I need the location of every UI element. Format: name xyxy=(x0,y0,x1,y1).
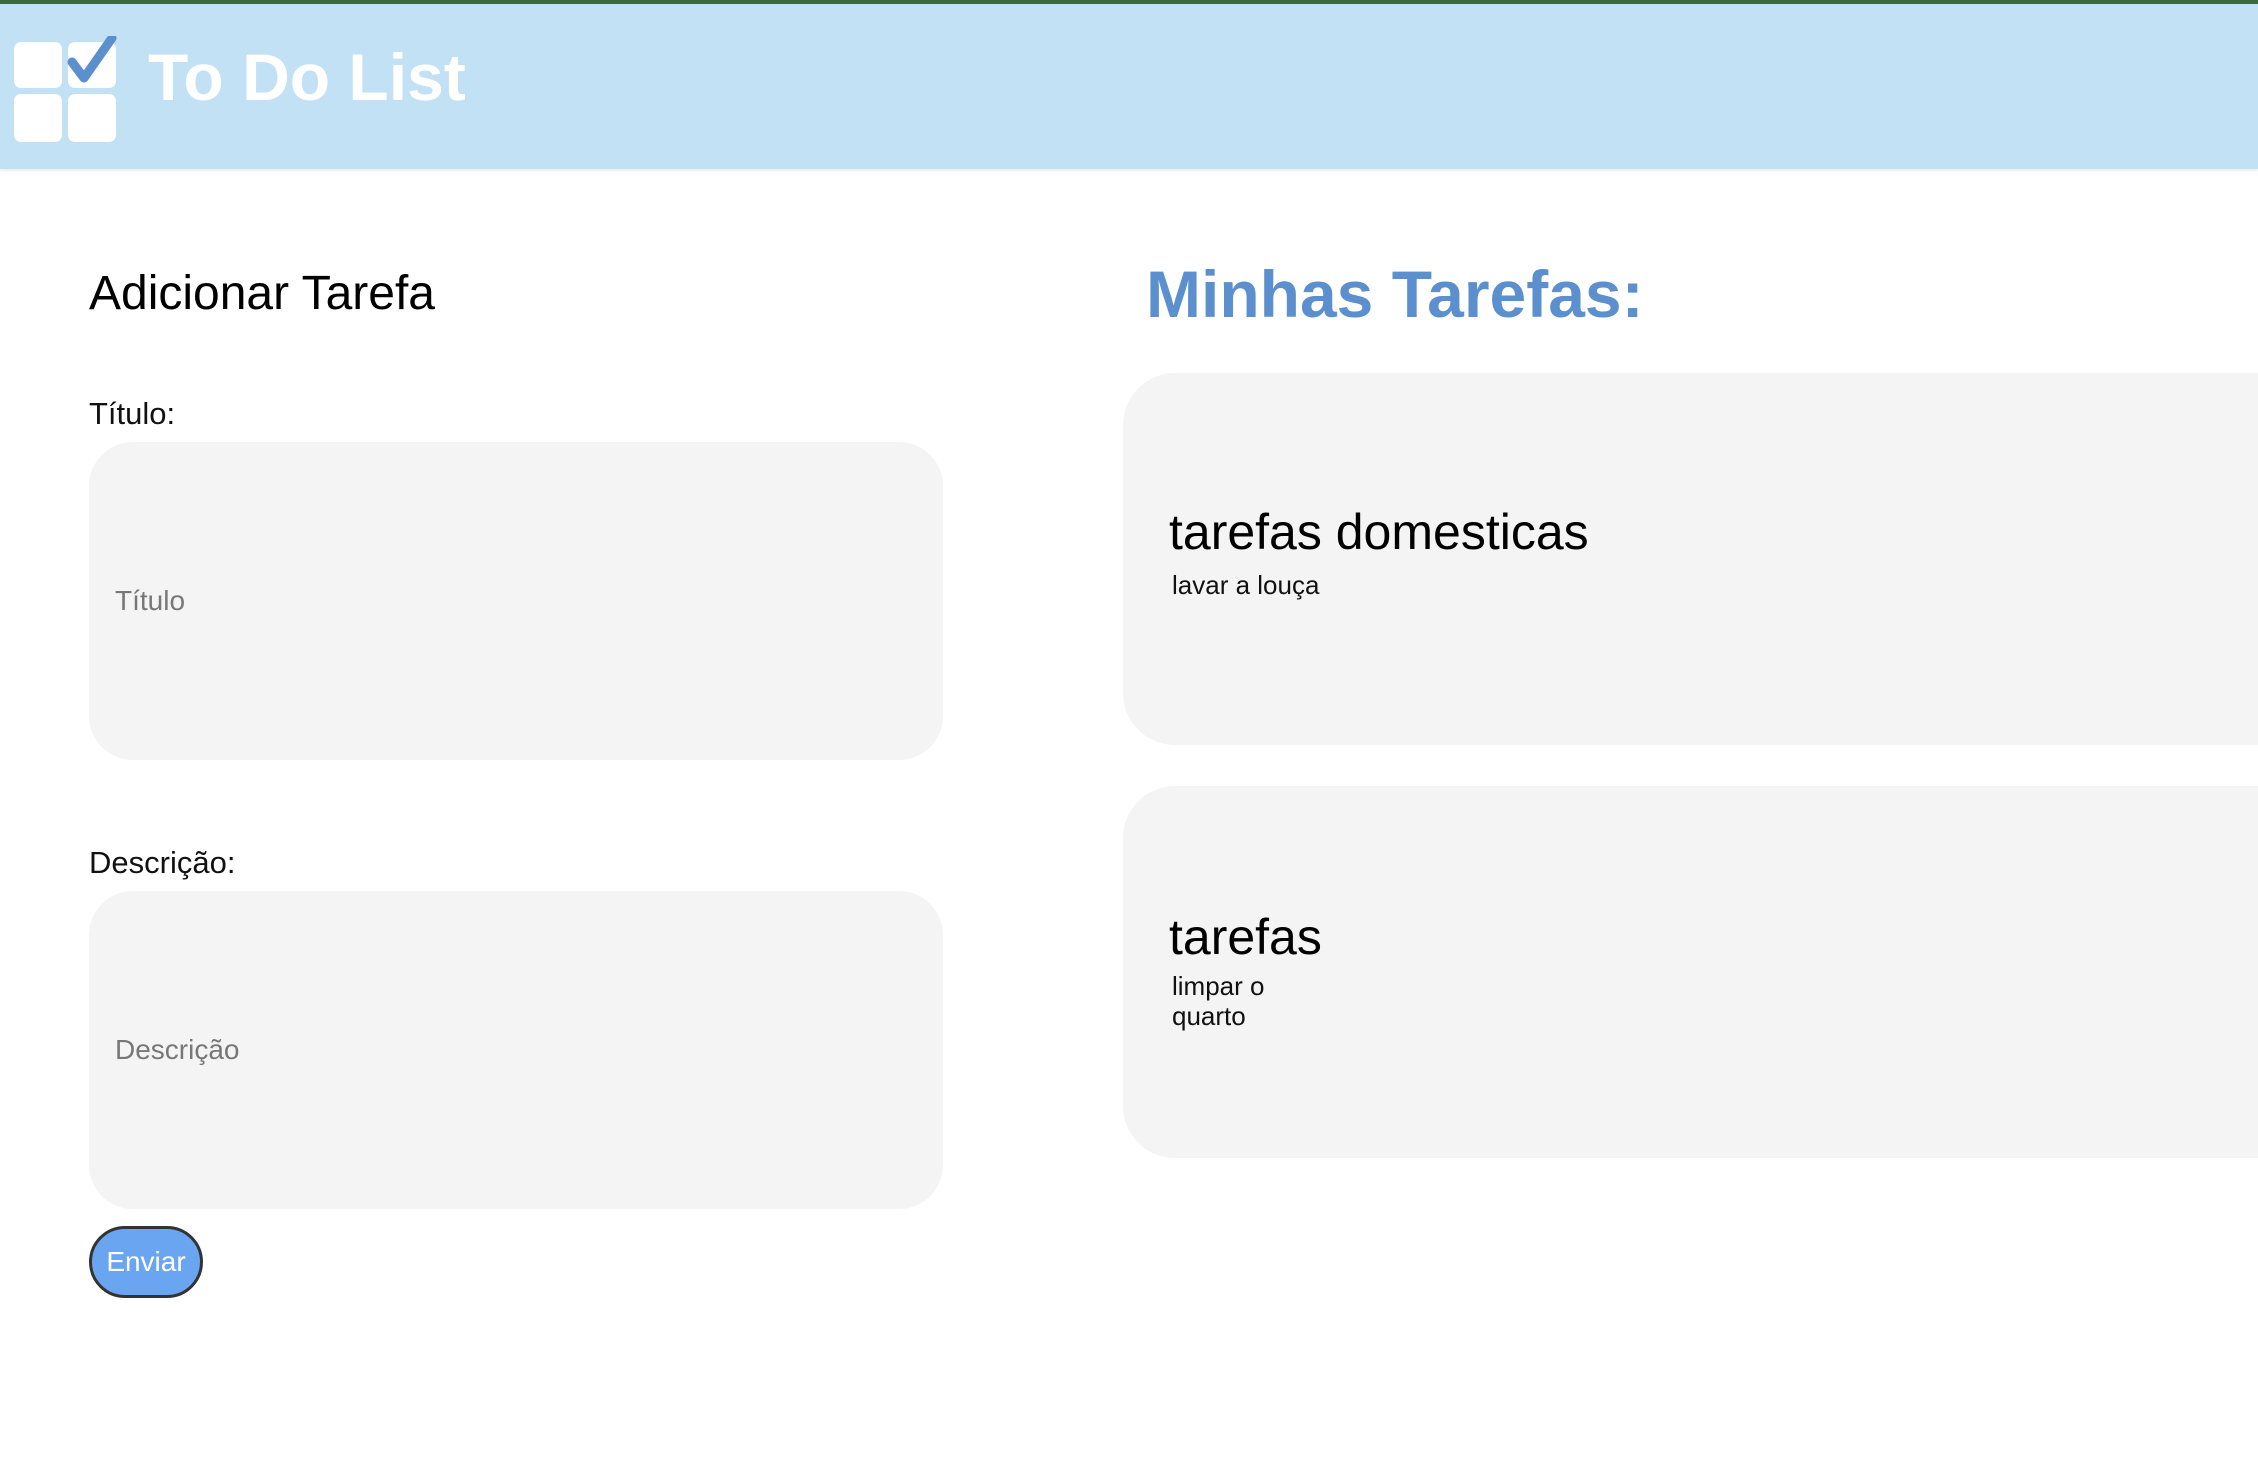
description-label: Descrição: xyxy=(89,845,236,880)
task-card[interactable]: tarefas limpar o quarto xyxy=(1123,786,2258,1158)
app-title: To Do List xyxy=(148,40,466,114)
submit-button[interactable]: Enviar xyxy=(89,1226,203,1298)
task-card[interactable]: tarefas domesticas lavar a louça xyxy=(1123,373,2258,745)
task-list-heading: Minhas Tarefas: xyxy=(1146,257,1644,331)
app-header: To Do List xyxy=(0,4,2258,169)
checklist-grid-icon xyxy=(14,36,117,142)
description-input[interactable] xyxy=(89,891,943,1209)
task-title: tarefas xyxy=(1169,909,1322,965)
task-title: tarefas domesticas xyxy=(1169,504,1589,560)
add-task-heading: Adicionar Tarefa xyxy=(89,267,435,320)
task-description: limpar o quarto xyxy=(1172,971,1265,1031)
title-label: Título: xyxy=(89,396,176,431)
task-description: lavar a louça xyxy=(1172,570,1320,600)
title-input[interactable] xyxy=(89,442,943,760)
